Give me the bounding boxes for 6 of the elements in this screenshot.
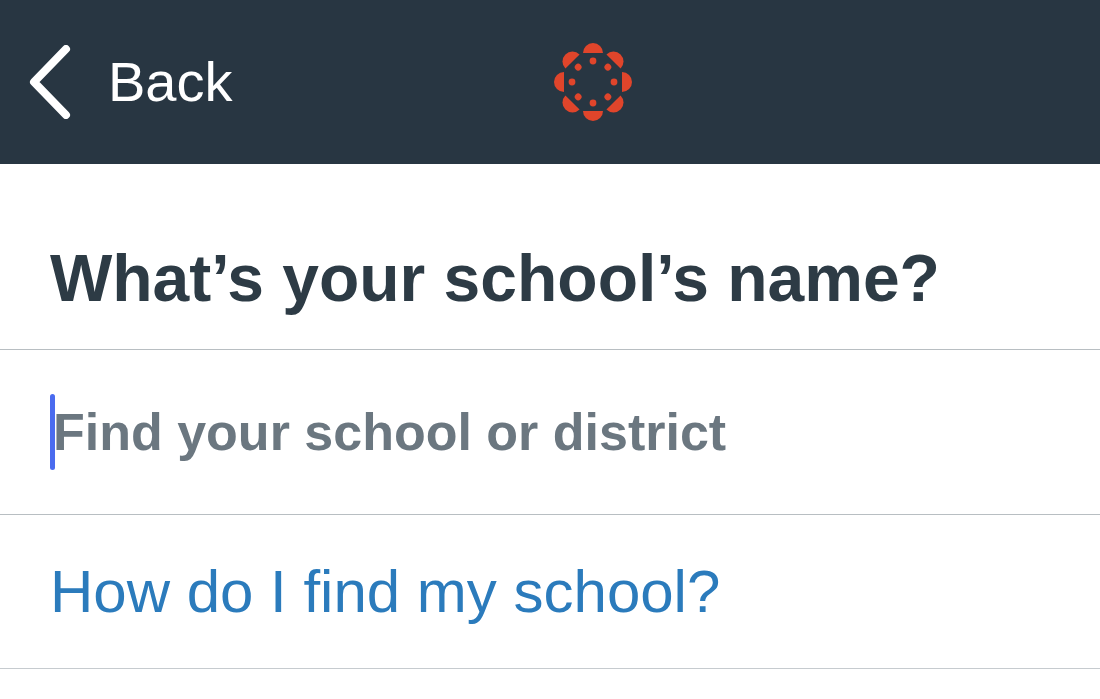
page-title: What’s your school’s name?: [50, 239, 940, 317]
logo-icon: [552, 42, 633, 122]
chevron-left-icon: [28, 45, 72, 119]
back-button[interactable]: Back: [28, 45, 233, 119]
search-field[interactable]: Find your school or district: [53, 398, 1050, 466]
help-link[interactable]: How do I find my school?: [50, 557, 721, 626]
